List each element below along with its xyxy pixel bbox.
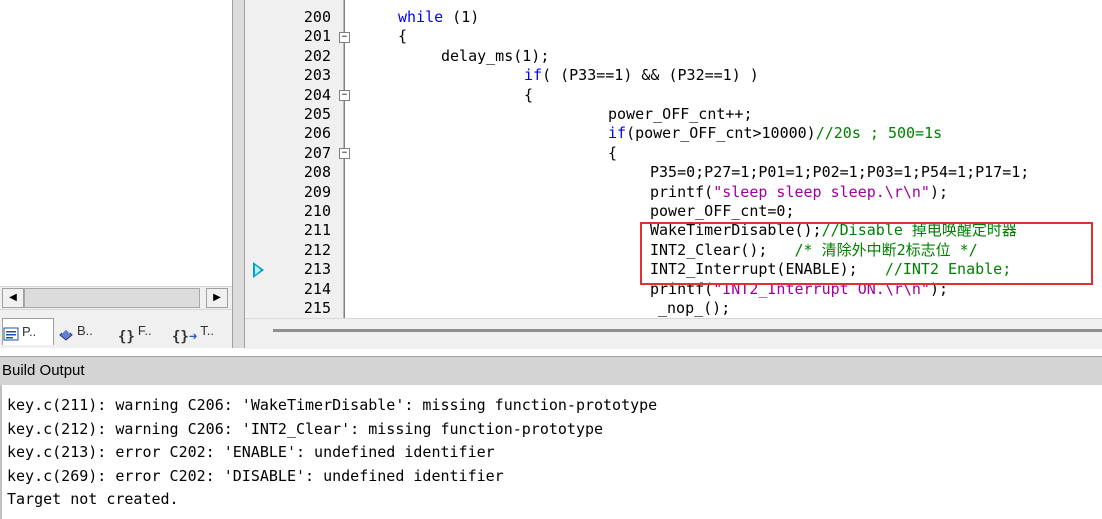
- code-line-209: printf("sleep sleep sleep.\r\n");: [650, 183, 948, 202]
- line-number: 208: [303, 163, 331, 182]
- comment: //20s ; 500=1s: [815, 124, 943, 143]
- fold-toggle-icon[interactable]: −: [339, 90, 350, 101]
- project-tree[interactable]: [0, 0, 232, 286]
- line-number: 203: [303, 66, 331, 85]
- highlight-box: [640, 222, 1093, 285]
- line-number: 204: [303, 85, 331, 104]
- build-output-line: key.c(211): warning C206: 'WakeTimerDisa…: [7, 396, 658, 414]
- code-text: (1): [443, 8, 480, 26]
- tab-templates[interactable]: {}➜ T..: [172, 318, 228, 345]
- scroll-right-button[interactable]: ▶: [206, 288, 228, 308]
- line-number-gutter: 200 201 202 203 204 205 206 207 208 209 …: [245, 0, 344, 318]
- code-line-202: delay_ms(1);: [441, 46, 550, 65]
- project-icon: [3, 325, 19, 341]
- editor-horizontal-scrollbar[interactable]: [273, 329, 1102, 332]
- line-number: 211: [303, 221, 331, 240]
- current-line-arrow-inner: [255, 265, 261, 275]
- code-line-206: if(power_OFF_cnt>10000)//20s ; 500=1s: [608, 124, 942, 143]
- pane-splitter[interactable]: [233, 0, 245, 348]
- project-pane: ◀ ▶ P.. B.. {} F.. {}➜ T..: [0, 0, 233, 348]
- line-number: 206: [303, 124, 331, 143]
- scroll-left-button[interactable]: ◀: [2, 288, 24, 308]
- line-number: 213: [303, 260, 331, 279]
- scroll-thumb[interactable]: [24, 288, 200, 308]
- line-number: 200: [303, 8, 331, 26]
- string-literal: "sleep sleep sleep.\r\n": [713, 182, 930, 201]
- line-number: 201: [303, 27, 331, 46]
- fold-toggle-icon[interactable]: −: [339, 148, 350, 159]
- line-number: 205: [303, 105, 331, 123]
- code-line-200: while (1): [398, 8, 479, 27]
- code-line-204: {: [524, 85, 534, 104]
- functions-icon: {}: [118, 328, 135, 345]
- line-number: 202: [303, 46, 331, 65]
- build-output-pane[interactable]: key.c(211): warning C206: 'WakeTimerDisa…: [0, 385, 1102, 519]
- line-number: 214: [303, 279, 331, 298]
- build-output-line: key.c(212): warning C206: 'INT2_Clear': …: [7, 419, 604, 438]
- code-editor[interactable]: 200 201 202 203 204 205 206 207 208 209 …: [245, 0, 1102, 349]
- tab-functions[interactable]: {} F..: [118, 318, 168, 345]
- keyword: while: [398, 8, 444, 26]
- code-line-205: power_OFF_cnt++;: [608, 105, 753, 123]
- templates-icon: {}➜: [172, 328, 198, 345]
- project-tabs: P.. B.. {} F.. {}➜ T..: [0, 312, 232, 348]
- code-text: );: [929, 182, 949, 201]
- line-number: 210: [303, 202, 331, 220]
- build-output-title: Build Output: [0, 356, 1102, 386]
- build-output-line: key.c(269): error C202: 'DISABLE': undef…: [7, 466, 504, 485]
- tab-project[interactable]: P..: [2, 318, 54, 345]
- fold-toggle-icon[interactable]: −: [339, 32, 350, 43]
- build-output-line: Target not created.: [7, 490, 179, 508]
- code-text: (power_OFF_cnt>10000): [626, 124, 816, 143]
- tab-books[interactable]: B..: [58, 318, 110, 344]
- code-line-215: _nop_();: [658, 299, 731, 317]
- editor-bottom-bar: [245, 318, 1102, 349]
- keyword: if: [524, 66, 543, 85]
- keyword: if: [608, 124, 627, 143]
- line-number: 212: [303, 240, 331, 259]
- project-horizontal-scrollbar[interactable]: ◀ ▶: [0, 286, 232, 310]
- code-text: printf(: [650, 182, 714, 201]
- code-text: ( (P33==1) && (P32==1) ): [542, 66, 759, 85]
- code-line-203: if( (P33==1) && (P32==1) ): [524, 66, 759, 85]
- build-output-line: key.c(213): error C202: 'ENABLE': undefi…: [7, 443, 495, 461]
- code-line-207: {: [608, 143, 618, 162]
- line-number: 215: [303, 299, 331, 317]
- line-number: 207: [303, 143, 331, 162]
- code-line-210: power_OFF_cnt=0;: [650, 202, 795, 220]
- line-number: 209: [303, 182, 331, 201]
- code-line-208: P35=0;P27=1;P01=1;P02=1;P03=1;P54=1;P17=…: [650, 163, 1030, 182]
- books-icon: [58, 324, 74, 341]
- code-line-201: {: [398, 27, 408, 46]
- fold-guide-line: [344, 0, 345, 318]
